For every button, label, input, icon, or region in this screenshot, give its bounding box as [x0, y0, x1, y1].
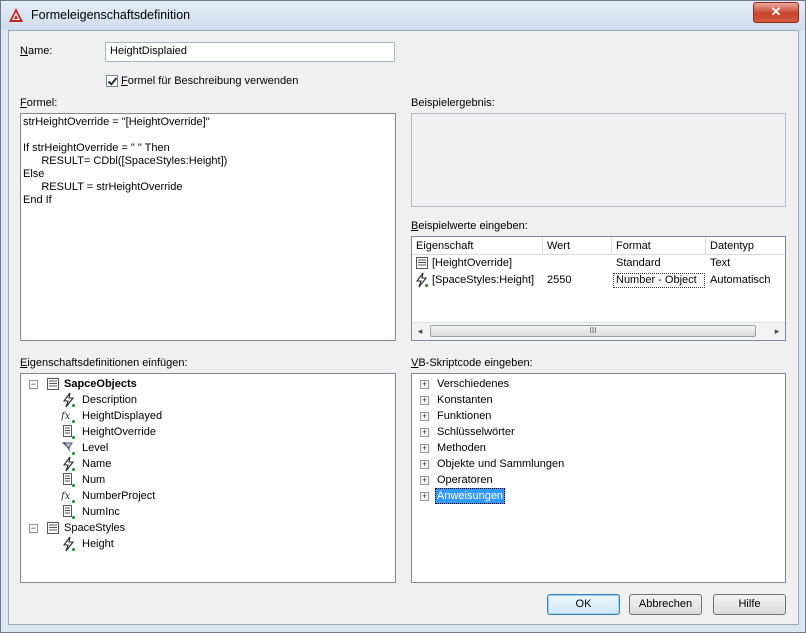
close-button[interactable]: ✕ — [753, 2, 799, 23]
grid-cell-datatype[interactable]: Text — [706, 255, 785, 272]
column-header-value[interactable]: Wert — [543, 237, 612, 255]
grid-cell-format[interactable]: Number - Object — [612, 272, 706, 289]
title-bar[interactable]: Formeleigenschaftsdefinition ✕ — [1, 1, 805, 30]
vb-category-label: Funktionen — [437, 410, 492, 422]
manual-property-icon — [63, 425, 75, 439]
vb-category-label: Verschiedenes — [437, 378, 510, 390]
expand-icon[interactable]: + — [420, 412, 429, 421]
sample-result-label: Beispielergebnis: — [411, 97, 495, 109]
collapse-icon[interactable]: − — [29, 524, 38, 533]
expand-icon[interactable]: + — [420, 380, 429, 389]
horizontal-scrollbar[interactable]: ◂ III ▸ — [412, 322, 785, 340]
tree-node-label: NumInc — [82, 506, 120, 518]
formula-line: Else — [23, 168, 45, 180]
automatic-property-icon — [415, 272, 428, 288]
formula-line: End If — [23, 194, 52, 206]
vb-script-label: VB-Skriptcode eingeben: — [411, 357, 533, 369]
grid-cell-value[interactable]: 2550 — [543, 272, 612, 289]
window-title: Formeleigenschaftsdefinition — [31, 8, 191, 22]
sample-values-label: Beispielwerte eingeben: — [411, 220, 528, 232]
grid-cell-format[interactable]: Standard — [612, 255, 706, 272]
tree-node-label: Level — [82, 442, 109, 454]
grid-cell-property-text: [HeightOverride] — [432, 257, 513, 269]
vb-category-label: Anweisungen — [435, 488, 506, 504]
use-formula-label: Formel für Beschreibung verwenden — [121, 75, 299, 87]
vb-category-label: Objekte und Sammlungen — [437, 458, 565, 470]
property-set-icon — [416, 257, 428, 269]
svg-text:fx: fx — [61, 411, 71, 422]
sample-values-grid[interactable]: Eigenschaft Wert Format Datentyp [Height… — [411, 236, 786, 341]
property-set-icon — [47, 378, 59, 390]
column-header-property[interactable]: Eigenschaft — [412, 237, 543, 255]
automatic-property-icon — [62, 392, 75, 408]
tree-node-label: SpaceStyles — [64, 522, 126, 534]
dialog-client-area: Name: HeightDisplaied Formel für Beschre… — [8, 30, 799, 625]
column-header-format[interactable]: Format — [612, 237, 706, 255]
location-property-icon — [61, 441, 75, 455]
scroll-left-icon[interactable]: ◂ — [415, 326, 425, 336]
tree-node-label: NumberProject — [82, 490, 156, 502]
tree-node-label: HeightOverride — [82, 426, 156, 438]
cancel-button[interactable]: Abbrechen — [629, 594, 702, 615]
column-header-datatype[interactable]: Datentyp — [706, 237, 785, 255]
scroll-thumb[interactable]: III — [430, 325, 756, 337]
expand-icon[interactable]: + — [420, 492, 429, 501]
expand-icon[interactable]: + — [420, 444, 429, 453]
manual-property-icon — [63, 505, 75, 519]
name-label: Name: — [20, 45, 53, 57]
vb-category-label: Operatoren — [437, 474, 493, 486]
name-input[interactable]: HeightDisplaied — [105, 42, 395, 62]
tree-node-label: Height — [82, 538, 114, 550]
help-button[interactable]: Hilfe — [713, 594, 786, 615]
expand-icon[interactable]: + — [420, 460, 429, 469]
formula-line: RESULT = strHeightOverride — [23, 181, 183, 193]
grid-cell-value[interactable] — [543, 255, 612, 272]
vb-category-label: Konstanten — [437, 394, 493, 406]
sample-result-box — [411, 113, 786, 207]
formula-lines: strHeightOverride = "[HeightOverride]" I… — [23, 116, 393, 207]
close-icon: ✕ — [770, 4, 782, 19]
use-formula-checkbox[interactable] — [106, 75, 118, 87]
autocad-logo-icon — [9, 8, 23, 22]
vb-category-label: Schlüsselwörter — [437, 426, 515, 438]
formula-icon: fx — [60, 411, 75, 423]
dialog-window: Formeleigenschaftsdefinition ✕ Name: Hei… — [0, 0, 806, 633]
grid-cell-property-text: [SpaceStyles:Height] — [432, 274, 535, 286]
expand-icon[interactable]: + — [420, 428, 429, 437]
insert-definitions-label: Eigenschaftsdefinitionen einfügen: — [20, 357, 188, 369]
property-set-icon — [47, 522, 59, 534]
formula-icon: fx — [60, 491, 75, 503]
svg-text:fx: fx — [61, 491, 71, 502]
formula-line: If strHeightOverride = " " Then — [23, 142, 170, 154]
ok-button[interactable]: OK — [547, 594, 620, 615]
name-input-value: HeightDisplaied — [110, 45, 188, 57]
scroll-grip-icon: III — [589, 326, 597, 335]
formula-line: strHeightOverride = "[HeightOverride]" — [23, 116, 210, 128]
tree-node-label: SapceObjects — [64, 378, 137, 390]
scroll-right-icon[interactable]: ▸ — [772, 326, 782, 336]
formula-label: Formel: — [20, 97, 58, 109]
tree-node-label: Description — [82, 394, 138, 406]
tree-node-label: HeightDisplayed — [82, 410, 163, 422]
vb-category-label: Methoden — [437, 442, 486, 454]
automatic-property-icon — [62, 536, 75, 552]
collapse-icon[interactable]: − — [29, 380, 38, 389]
grid-cell-datatype[interactable]: Automatisch — [706, 272, 785, 289]
tree-node-label: Num — [82, 474, 106, 486]
formula-line: RESULT= CDbl([SpaceStyles:Height]) — [23, 155, 228, 167]
formula-line — [23, 129, 393, 142]
automatic-property-icon — [62, 456, 75, 472]
formula-editor[interactable]: strHeightOverride = "[HeightOverride]" I… — [20, 113, 396, 341]
grid-cell-property: [HeightOverride] — [412, 255, 543, 272]
manual-property-icon — [63, 473, 75, 487]
expand-icon[interactable]: + — [420, 396, 429, 405]
vb-script-tree[interactable]: + Verschiedenes + Konstanten + Funktionen + Sch… — [411, 373, 786, 583]
expand-icon[interactable]: + — [420, 476, 429, 485]
grid-cell-property: [SpaceStyles:Height] — [412, 272, 543, 289]
tree-node-label: Name — [82, 458, 112, 470]
property-definitions-tree[interactable]: − SapceObjects Description fx HeightDisplaye… — [20, 373, 396, 583]
